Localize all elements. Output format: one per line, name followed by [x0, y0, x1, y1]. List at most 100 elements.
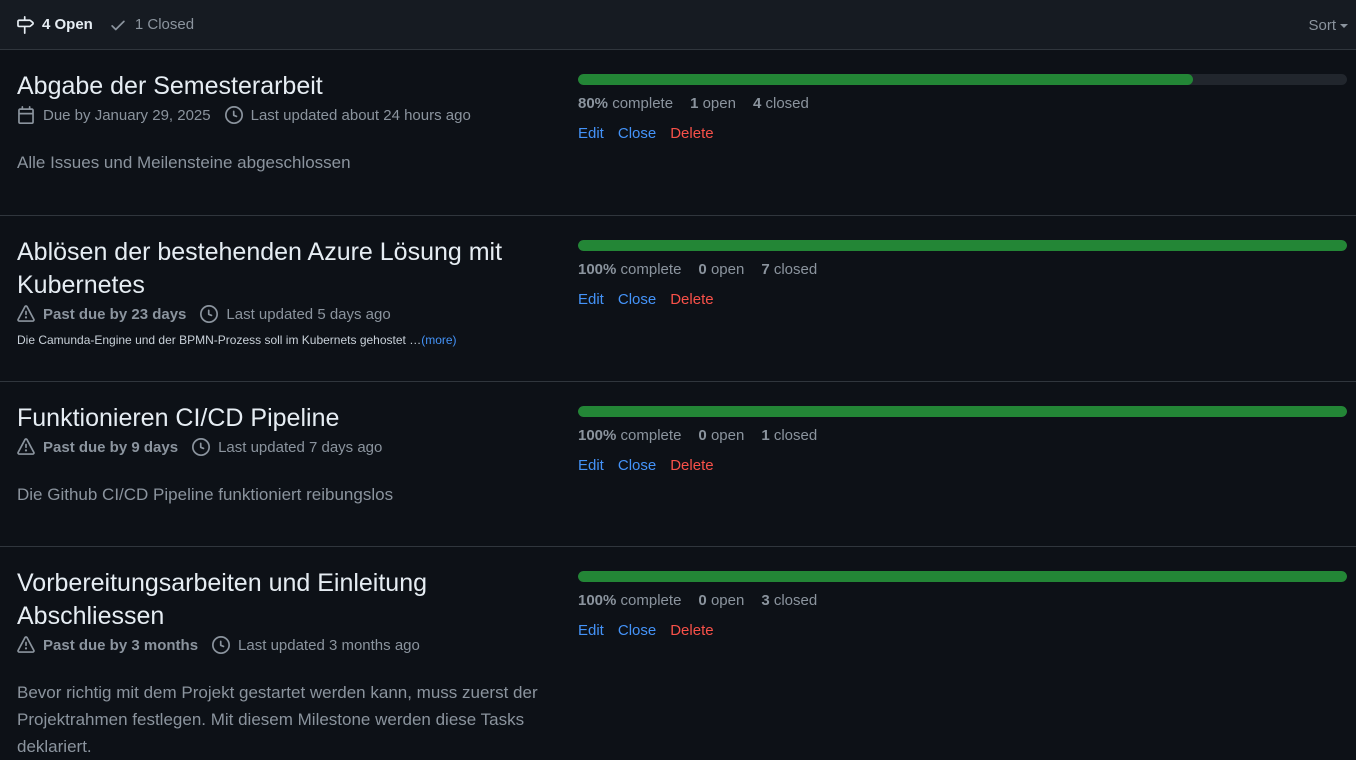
progress-bar — [578, 571, 1347, 582]
milestone-item: Vorbereitungsarbeiten und Einleitung Abs… — [0, 547, 1356, 759]
open-value: 1 — [690, 95, 699, 112]
delete-link[interactable]: Delete — [670, 457, 713, 474]
progress-fill — [578, 571, 1347, 582]
last-updated: Last updated 3 months ago — [212, 636, 420, 654]
clock-icon — [200, 305, 219, 323]
due-date-text: Past due by 23 days — [43, 305, 187, 323]
last-updated: Last updated about 24 hours ago — [224, 106, 471, 124]
sort-label: Sort — [1308, 16, 1336, 34]
last-updated-text: Last updated about 24 hours ago — [250, 106, 471, 124]
closed-value: 4 — [752, 95, 762, 112]
close-link[interactable]: Close — [618, 125, 656, 142]
edit-link[interactable]: Edit — [578, 622, 604, 639]
closed-value: 7 — [761, 261, 770, 278]
milestone-description: Bevor richtig mit dem Projekt gestartet … — [17, 683, 538, 756]
milestone-meta: Past due by 23 days Last updated 5 days … — [17, 302, 557, 326]
clock-icon — [212, 636, 231, 654]
complete-label: complete — [612, 95, 674, 112]
closed-label: closed — [773, 427, 818, 444]
due-date-text: Past due by 3 months — [43, 636, 199, 654]
milestone-icon — [16, 15, 34, 34]
clock-icon — [192, 438, 211, 456]
progress-fill — [578, 240, 1347, 251]
progress-fill — [578, 74, 1194, 85]
last-updated-text: Last updated 7 days ago — [218, 438, 383, 456]
last-updated-text: Last updated 5 days ago — [226, 305, 391, 323]
check-icon — [109, 16, 127, 34]
milestone-stats: 100% complete 0 open 3 closed — [578, 592, 1347, 609]
closed-label: closed — [773, 261, 818, 278]
due-date-text: Due by January 29, 2025 — [43, 106, 211, 124]
due-date: Past due by 3 months — [17, 636, 198, 654]
milestone-description: Die Camunda-Engine und der BPMN-Prozess … — [17, 331, 557, 349]
last-updated-text: Last updated 3 months ago — [238, 636, 420, 654]
progress-fill — [578, 406, 1347, 417]
closed-count-label: 1 Closed — [134, 16, 195, 33]
last-updated: Last updated 5 days ago — [200, 305, 391, 323]
due-date: Past due by 23 days — [17, 305, 186, 323]
open-label: open — [710, 261, 745, 278]
complete-label: complete — [620, 592, 682, 609]
close-link[interactable]: Close — [618, 291, 656, 308]
delete-link[interactable]: Delete — [670, 125, 713, 142]
more-link[interactable]: (more) — [421, 333, 456, 347]
closed-label: closed — [765, 95, 809, 112]
progress-bar — [578, 74, 1347, 85]
edit-link[interactable]: Edit — [578, 457, 604, 474]
open-filter[interactable]: 4 Open — [16, 15, 93, 34]
closed-value: 3 — [761, 592, 770, 609]
percent-value: 100% — [578, 427, 617, 444]
close-link[interactable]: Close — [618, 457, 656, 474]
milestone-meta: Past due by 9 days Last updated 7 days a… — [17, 435, 557, 459]
milestone-title[interactable]: Vorbereitungsarbeiten und Einleitung Abs… — [17, 567, 557, 633]
due-date: Due by January 29, 2025 — [17, 106, 211, 124]
milestone-description: Die Github CI/CD Pipeline funktioniert r… — [17, 485, 394, 504]
milestone-stats: 100% complete 0 open 7 closed — [578, 261, 1347, 278]
caret-down-icon — [1340, 24, 1348, 28]
milestone-item: Abgabe der Semesterarbeit Due by January… — [0, 50, 1356, 216]
milestone-actions: Edit Close Delete — [578, 457, 1347, 474]
open-label: open — [710, 427, 745, 444]
complete-label: complete — [620, 261, 682, 278]
alert-icon — [17, 438, 35, 455]
milestone-actions: Edit Close Delete — [578, 622, 1347, 639]
sort-dropdown[interactable]: Sort — [1308, 0, 1348, 50]
progress-bar — [578, 406, 1347, 417]
closed-value: 1 — [761, 427, 770, 444]
percent-value: 80% — [578, 95, 609, 112]
milestone-item: Ablösen der bestehenden Azure Lösung mit… — [0, 216, 1356, 382]
close-link[interactable]: Close — [618, 622, 656, 639]
description-text: Die Camunda-Engine und der BPMN-Prozess … — [17, 333, 422, 347]
milestone-actions: Edit Close Delete — [578, 291, 1347, 308]
milestone-description: Alle Issues und Meilensteine abgeschloss… — [17, 153, 351, 172]
percent-value: 100% — [578, 592, 617, 609]
clock-icon — [224, 106, 243, 124]
alert-icon — [17, 636, 35, 653]
milestone-title[interactable]: Funktionieren CI/CD Pipeline — [17, 402, 557, 435]
milestone-stats: 100% complete 0 open 1 closed — [578, 427, 1347, 444]
complete-label: complete — [620, 427, 682, 444]
progress-bar — [578, 240, 1347, 251]
open-label: open — [710, 592, 745, 609]
due-date-text: Past due by 9 days — [43, 438, 179, 456]
milestone-stats: 80% complete 1 open 4 closed — [578, 95, 1347, 112]
milestone-actions: Edit Close Delete — [578, 125, 1347, 142]
milestone-title[interactable]: Abgabe der Semesterarbeit — [17, 70, 557, 103]
open-value: 0 — [698, 592, 707, 609]
alert-icon — [17, 305, 35, 322]
open-label: open — [702, 95, 736, 112]
calendar-icon — [18, 106, 34, 124]
open-value: 0 — [698, 427, 707, 444]
milestone-title[interactable]: Ablösen der bestehenden Azure Lösung mit… — [17, 236, 557, 302]
milestone-meta: Past due by 3 months Last updated 3 mont… — [17, 633, 557, 657]
milestone-item: Funktionieren CI/CD Pipeline Past due by… — [0, 382, 1356, 547]
edit-link[interactable]: Edit — [578, 125, 604, 142]
open-value: 0 — [698, 261, 707, 278]
due-date: Past due by 9 days — [17, 438, 178, 456]
milestones-header: 4 Open 1 Closed Sort — [0, 0, 1356, 50]
closed-label: closed — [773, 592, 818, 609]
edit-link[interactable]: Edit — [578, 291, 604, 308]
closed-filter[interactable]: 1 Closed — [109, 16, 194, 34]
delete-link[interactable]: Delete — [670, 291, 713, 308]
delete-link[interactable]: Delete — [670, 622, 713, 639]
